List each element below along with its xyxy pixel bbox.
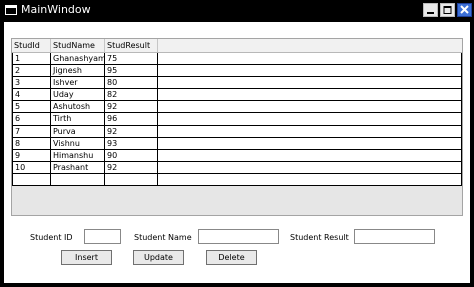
cell-studname[interactable]: Ishver xyxy=(51,77,105,90)
student-id-label: Student ID xyxy=(30,233,73,242)
cell-studid[interactable]: 6 xyxy=(12,113,51,126)
filler-cell xyxy=(158,161,462,174)
filler-cell xyxy=(158,125,462,138)
cell-studname[interactable]: Purva xyxy=(51,125,105,138)
column-header-studname[interactable]: StudName xyxy=(51,39,105,52)
cell-studid[interactable]: 4 xyxy=(12,89,51,102)
cell-studid[interactable]: 2 xyxy=(12,65,51,78)
cell-studid[interactable]: 1 xyxy=(12,53,51,66)
cell-studid[interactable]: 7 xyxy=(12,125,51,138)
cell-studresult[interactable]: 93 xyxy=(105,137,158,150)
filler-cell xyxy=(158,173,462,187)
title-bar[interactable]: MainWindow xyxy=(0,0,474,20)
filler-cell xyxy=(158,149,462,162)
table-row[interactable]: 5 Ashutosh 92 xyxy=(12,101,462,114)
client-area: StudId StudName StudResult 1 Ghanashyam 75… xyxy=(4,22,470,283)
column-header-studresult[interactable]: StudResult xyxy=(105,39,158,52)
minimize-button[interactable] xyxy=(423,3,438,17)
close-button[interactable] xyxy=(457,3,472,17)
cell-studid[interactable]: 8 xyxy=(12,137,51,150)
grid-rows: 1 Ghanashyam 75 2 Jignesh 95 3 Ishver 80 4 Uday 82 5… xyxy=(12,53,462,187)
filler-cell xyxy=(158,89,462,102)
cell-studname[interactable]: Tirth xyxy=(51,113,105,126)
cell-studresult[interactable]: 92 xyxy=(105,125,158,138)
main-window: MainWindow StudId StudName StudResult 1 … xyxy=(0,0,474,287)
table-row[interactable]: 2 Jignesh 95 xyxy=(12,65,462,78)
grid-header: StudId StudName StudResult xyxy=(12,39,462,53)
student-name-label: Student Name xyxy=(134,233,192,242)
cell-studid[interactable]: 9 xyxy=(12,149,51,162)
table-row[interactable]: 8 Vishnu 93 xyxy=(12,137,462,150)
cell-studid[interactable]: 3 xyxy=(12,77,51,90)
cell-studresult[interactable]: 82 xyxy=(105,89,158,102)
maximize-icon xyxy=(443,6,452,14)
filler-cell xyxy=(158,101,462,114)
cell-studid[interactable]: 10 xyxy=(12,161,51,174)
cell-studname[interactable]: Ghanashyam xyxy=(51,53,105,66)
insert-button[interactable]: Insert xyxy=(61,250,112,265)
update-button[interactable]: Update xyxy=(133,250,184,265)
cell-studresult[interactable]: 95 xyxy=(105,65,158,78)
students-datagrid[interactable]: StudId StudName StudResult 1 Ghanashyam 75… xyxy=(11,38,463,216)
cell-studname[interactable]: Himanshu xyxy=(51,149,105,162)
table-row[interactable]: 9 Himanshu 90 xyxy=(12,149,462,162)
cell-studid[interactable]: 5 xyxy=(12,101,51,114)
new-item-row[interactable] xyxy=(12,173,462,187)
cell-studresult[interactable]: 80 xyxy=(105,77,158,90)
cell-studname[interactable] xyxy=(51,173,105,187)
table-row[interactable]: 7 Purva 92 xyxy=(12,125,462,138)
cell-studresult[interactable] xyxy=(105,173,158,187)
cell-studresult[interactable]: 92 xyxy=(105,101,158,114)
filler-cell xyxy=(158,77,462,90)
minimize-icon xyxy=(427,12,434,14)
filler-cell xyxy=(158,137,462,150)
student-id-input[interactable] xyxy=(84,229,121,244)
close-icon xyxy=(460,5,469,14)
column-header-studid[interactable]: StudId xyxy=(12,39,51,52)
student-result-label: Student Result xyxy=(290,233,349,242)
cell-studname[interactable]: Prashant xyxy=(51,161,105,174)
window-icon xyxy=(5,5,17,15)
cell-studname[interactable]: Uday xyxy=(51,89,105,102)
cell-studresult[interactable]: 92 xyxy=(105,161,158,174)
cell-studid[interactable] xyxy=(12,173,51,187)
table-row[interactable]: 1 Ghanashyam 75 xyxy=(12,53,462,66)
table-row[interactable]: 10 Prashant 92 xyxy=(12,161,462,174)
table-row[interactable]: 6 Tirth 96 xyxy=(12,113,462,126)
student-name-input[interactable] xyxy=(198,229,279,244)
cell-studname[interactable]: Jignesh xyxy=(51,65,105,78)
cell-studname[interactable]: Vishnu xyxy=(51,137,105,150)
window-title: MainWindow xyxy=(21,3,91,16)
filler-cell xyxy=(158,113,462,126)
filler-cell xyxy=(158,65,462,78)
filler-cell xyxy=(158,53,462,66)
delete-button[interactable]: Delete xyxy=(206,250,257,265)
cell-studname[interactable]: Ashutosh xyxy=(51,101,105,114)
cell-studresult[interactable]: 75 xyxy=(105,53,158,66)
student-result-input[interactable] xyxy=(354,229,435,244)
cell-studresult[interactable]: 90 xyxy=(105,149,158,162)
table-row[interactable]: 3 Ishver 80 xyxy=(12,77,462,90)
cell-studresult[interactable]: 96 xyxy=(105,113,158,126)
maximize-button[interactable] xyxy=(440,3,455,17)
table-row[interactable]: 4 Uday 82 xyxy=(12,89,462,102)
